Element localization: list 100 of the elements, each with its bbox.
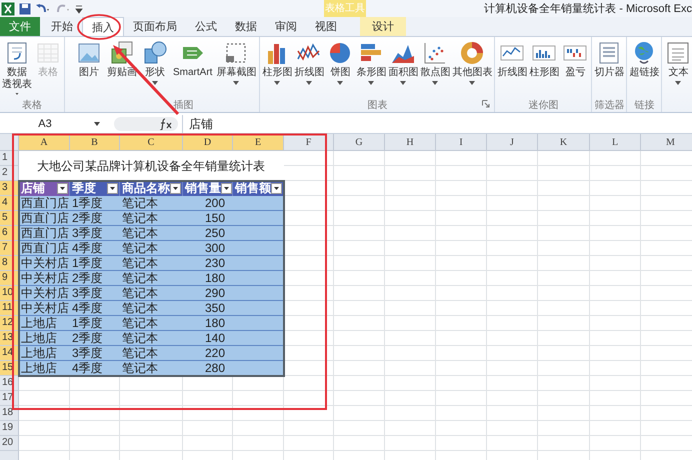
table-cell: 笔记本 <box>120 256 183 271</box>
table-cell: 2季度 <box>70 211 120 226</box>
header-label: 商品名称 <box>122 180 170 197</box>
dialog-launcher-icon[interactable] <box>482 100 490 108</box>
contextual-tab-label: 表格工具 <box>324 0 366 17</box>
ribbon-tab[interactable]: 审阅 <box>266 17 306 36</box>
table-cell: 笔记本 <box>120 241 183 256</box>
table-cell: 笔记本 <box>120 301 183 316</box>
column-header[interactable]: I <box>436 134 487 151</box>
filter-dropdown-icon[interactable] <box>221 183 232 194</box>
table-cell: 4季度 <box>70 361 120 376</box>
table-cell: 180 <box>183 316 233 331</box>
table-cell: 上地店 <box>19 361 70 376</box>
column-header[interactable]: L <box>590 134 641 151</box>
filter-dropdown-icon[interactable] <box>107 183 118 194</box>
undo-icon[interactable] <box>35 2 51 14</box>
caret-icon[interactable] <box>94 122 100 126</box>
table-cell: 中关村店 <box>19 301 70 316</box>
table-cell: 220 <box>183 346 233 361</box>
table-cell: 西直门店 <box>19 226 70 241</box>
insert-function-icon[interactable] <box>158 118 174 130</box>
table-cell: 350 <box>183 301 233 316</box>
ribbon-button[interactable]: 文本 <box>663 39 692 95</box>
group-label: 链接 <box>634 98 654 112</box>
table-cell: 西直门店 <box>19 196 70 211</box>
group-label: 迷你图 <box>528 98 558 112</box>
ribbon-button[interactable]: 切片器 <box>593 39 626 95</box>
ribbon-button[interactable]: 散点图 <box>419 39 452 95</box>
header-label: 季度 <box>72 180 96 197</box>
ribbon-tab[interactable]: 设计 <box>360 17 406 36</box>
table-cell: 3季度 <box>70 286 120 301</box>
table-cell: 3季度 <box>70 226 120 241</box>
ribbon-tab[interactable]: 插入 <box>82 17 124 36</box>
sheet-title: 大地公司某品牌计算机设备全年销量统计表 <box>19 151 284 181</box>
ribbon-tab[interactable]: 数据 <box>226 17 266 36</box>
table-cell: 笔记本 <box>120 211 183 226</box>
table-cell: 180 <box>183 271 233 286</box>
ribbon-button[interactable]: 折线图 <box>293 39 326 95</box>
ribbon-tab[interactable]: 页面布局 <box>124 17 186 36</box>
table-cell: 笔记本 <box>120 361 183 376</box>
ribbon-button[interactable]: 屏幕截图 <box>214 39 258 95</box>
save-icon[interactable] <box>19 2 31 14</box>
row-header[interactable]: 18 <box>0 406 19 421</box>
ribbon-button[interactable]: SmartArt <box>171 39 214 95</box>
annotation-ellipse <box>77 14 121 40</box>
ribbon-button[interactable]: 饼图 <box>325 39 356 95</box>
name-box[interactable]: A3 <box>0 118 90 130</box>
table-cell: 笔记本 <box>120 226 183 241</box>
table-cell: 上地店 <box>19 346 70 361</box>
filter-dropdown-icon[interactable] <box>57 183 68 194</box>
table-cell: 笔记本 <box>120 316 183 331</box>
column-header[interactable]: M <box>641 134 692 151</box>
ribbon-button[interactable]: 柱形图 <box>528 39 560 95</box>
ribbon-button[interactable]: 盈亏 <box>560 39 590 95</box>
table-cell: 2季度 <box>70 271 120 286</box>
ribbon-tab[interactable]: 公式 <box>186 17 226 36</box>
table-cell: 上地店 <box>19 316 70 331</box>
group-label: 筛选器 <box>594 98 624 112</box>
ribbon-tab[interactable]: 开始 <box>42 17 82 36</box>
table-cell: 笔记本 <box>120 271 183 286</box>
table-cell: 笔记本 <box>120 346 183 361</box>
row-header[interactable]: 20 <box>0 436 19 451</box>
ribbon-button[interactable]: 其他图表 <box>451 39 494 95</box>
column-header[interactable]: K <box>538 134 590 151</box>
column-header[interactable]: G <box>334 134 385 151</box>
ribbon-tab[interactable]: 视图 <box>306 17 346 36</box>
formula-field[interactable]: 店铺 <box>182 115 692 133</box>
header-label: 销售额 <box>235 180 271 197</box>
table-cell: 250 <box>183 226 233 241</box>
customize-caret-icon[interactable] <box>75 4 83 14</box>
filter-dropdown-icon[interactable] <box>170 183 181 194</box>
column-header[interactable]: J <box>487 134 538 151</box>
group-label: 插图 <box>174 98 194 112</box>
window-title: 计算机设备全年销量统计表 - Microsoft Exc <box>483 2 692 16</box>
table-cell: 200 <box>183 196 233 211</box>
table-cell: 4季度 <box>70 301 120 316</box>
table-cell: 西直门店 <box>19 211 70 226</box>
ribbon-button[interactable]: 折线图 <box>496 39 528 95</box>
file-tab[interactable]: 文件 <box>0 17 40 36</box>
table-cell: 4季度 <box>70 241 120 256</box>
filter-dropdown-icon[interactable] <box>271 183 282 194</box>
ribbon-button[interactable]: 形状 <box>139 39 171 95</box>
ribbon-button[interactable]: 面积图 <box>387 39 420 95</box>
group-label: 图表 <box>367 98 388 112</box>
ribbon-button[interactable]: 超链接 <box>628 39 660 95</box>
header-label: 店铺 <box>21 180 45 197</box>
table-cell: 西直门店 <box>19 241 70 256</box>
header-label: 销售量 <box>185 180 221 197</box>
ribbon-button[interactable]: 图片 <box>73 39 105 95</box>
group-label: 表格 <box>22 98 42 112</box>
ribbon-button[interactable]: 数据 透视表 <box>1 39 33 95</box>
column-header[interactable]: H <box>385 134 436 151</box>
table-cell: 笔记本 <box>120 196 183 211</box>
table-cell: 上地店 <box>19 331 70 346</box>
row-header[interactable]: 19 <box>0 421 19 436</box>
table-cell: 300 <box>183 241 233 256</box>
table-cell: 3季度 <box>70 346 120 361</box>
table-cell: 230 <box>183 256 233 271</box>
ribbon-button[interactable]: 条形图 <box>355 39 388 95</box>
ribbon-button[interactable]: 柱形图 <box>261 39 294 95</box>
